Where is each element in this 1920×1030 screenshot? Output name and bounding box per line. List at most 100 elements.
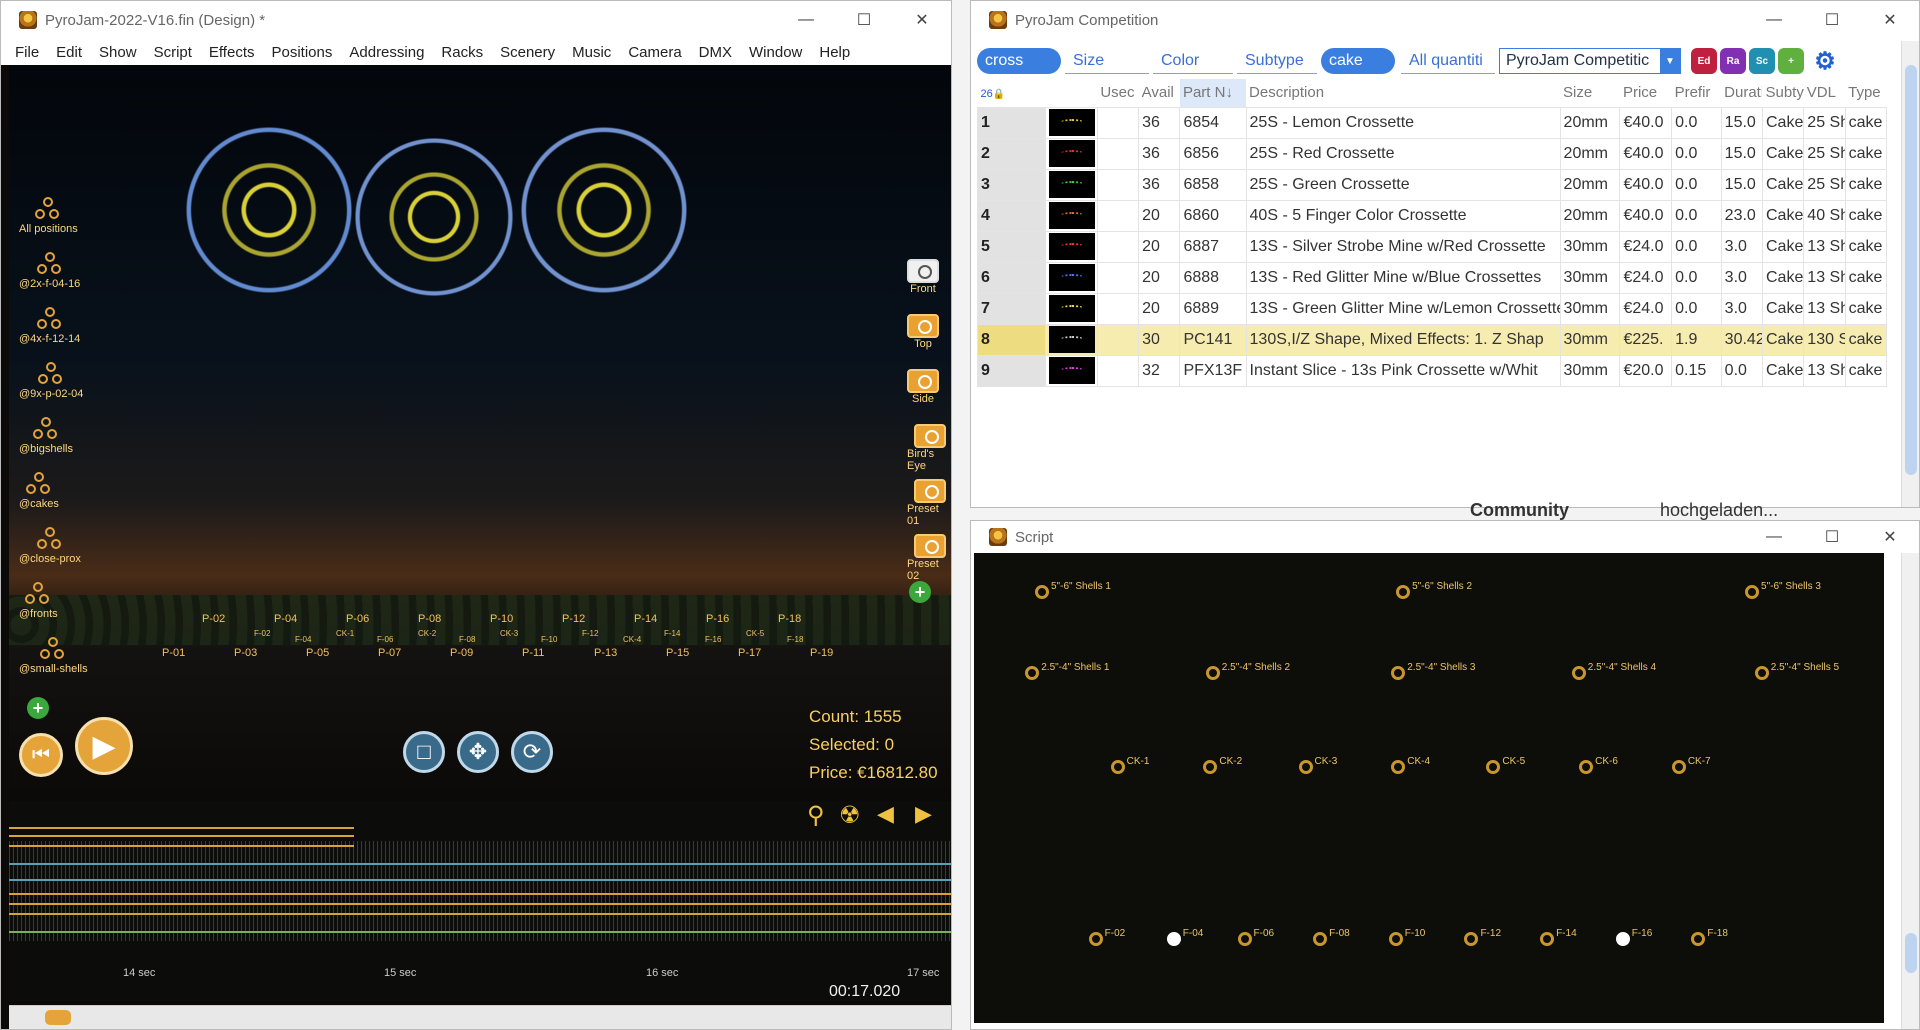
- add-effect-icon[interactable]: +: [1778, 48, 1804, 74]
- script-position-pin[interactable]: CK-3: [1298, 756, 1337, 774]
- menu-item[interactable]: Effects: [209, 44, 255, 61]
- position-group-button[interactable]: @2x-f-04-16: [19, 252, 80, 290]
- menu-item[interactable]: Music: [572, 44, 611, 61]
- position-marker[interactable]: P-09: [450, 647, 473, 659]
- position-marker[interactable]: P-08: [418, 613, 441, 625]
- camera-preset-button[interactable]: Bird's Eye: [907, 424, 951, 472]
- menu-item[interactable]: Help: [819, 44, 850, 61]
- table-row[interactable]: 2 36 6856 25S - Red Crossette 20mm €40.0 0.0 15…: [976, 137, 1888, 170]
- position-marker[interactable]: P-15: [666, 647, 689, 659]
- column-header[interactable]: Price: [1620, 79, 1672, 107]
- column-header[interactable]: Description: [1246, 79, 1560, 107]
- column-header[interactable]: Durati: [1721, 79, 1762, 107]
- script-position-pin[interactable]: F-14: [1540, 928, 1577, 947]
- filter-type[interactable]: cake: [1321, 48, 1395, 74]
- menu-item[interactable]: Racks: [441, 44, 483, 61]
- position-marker[interactable]: F-06: [377, 635, 393, 644]
- design-titlebar[interactable]: PyroJam-2022-V16.fin (Design) * — ☐ ✕: [1, 1, 951, 39]
- camera-preset-button[interactable]: Top: [907, 314, 939, 350]
- radiation-icon[interactable]: ☢: [839, 801, 861, 830]
- minimize-button[interactable]: —: [777, 1, 835, 39]
- filter-name[interactable]: cross: [977, 48, 1061, 74]
- menu-item[interactable]: Scenery: [500, 44, 555, 61]
- position-marker[interactable]: F-14: [664, 629, 680, 638]
- position-marker[interactable]: F-04: [295, 635, 311, 644]
- column-header[interactable]: Subty: [1762, 79, 1803, 107]
- position-marker[interactable]: F-10: [541, 635, 557, 644]
- maximize-button[interactable]: ☐: [1803, 1, 1861, 39]
- menu-item[interactable]: Positions: [272, 44, 333, 61]
- vertical-scrollbar[interactable]: [1901, 41, 1919, 507]
- camera-preset-button[interactable]: Front: [907, 259, 939, 295]
- menu-item[interactable]: Edit: [56, 44, 82, 61]
- column-header[interactable]: 26🔒: [978, 79, 1046, 107]
- vertical-scrollbar[interactable]: [1901, 553, 1919, 1029]
- horizontal-scrollbar[interactable]: [9, 1005, 951, 1029]
- position-marker[interactable]: P-19: [810, 647, 833, 659]
- scrollbar-thumb[interactable]: [1905, 65, 1917, 475]
- position-group-button[interactable]: @close-prox: [19, 527, 81, 565]
- position-marker[interactable]: CK-3: [500, 629, 518, 638]
- position-marker[interactable]: P-05: [306, 647, 329, 659]
- position-marker[interactable]: F-12: [582, 629, 598, 638]
- column-header[interactable]: VDL: [1804, 79, 1845, 107]
- position-group-button[interactable]: @9x-p-02-04: [19, 362, 83, 400]
- position-marker[interactable]: P-04: [274, 613, 297, 625]
- position-marker[interactable]: P-06: [346, 613, 369, 625]
- menu-item[interactable]: Window: [749, 44, 802, 61]
- position-marker[interactable]: CK-2: [418, 629, 436, 638]
- script-position-pin[interactable]: CK-4: [1391, 756, 1430, 774]
- script-position-pin[interactable]: 2.5"-4" Shells 2: [1205, 662, 1290, 680]
- position-marker[interactable]: CK-5: [746, 629, 764, 638]
- column-header[interactable]: Avail: [1139, 79, 1180, 107]
- menu-item[interactable]: Addressing: [349, 44, 424, 61]
- position-marker[interactable]: P-17: [738, 647, 761, 659]
- close-button[interactable]: ✕: [1861, 1, 1919, 39]
- position-marker[interactable]: CK-4: [623, 635, 641, 644]
- script-position-pin[interactable]: F-08: [1313, 928, 1350, 947]
- script-position-pin[interactable]: 2.5"-4" Shells 5: [1754, 662, 1839, 680]
- script-position-pin[interactable]: CK-1: [1110, 756, 1149, 774]
- play-button[interactable]: ▶: [75, 717, 133, 775]
- script-position-pin[interactable]: F-04: [1166, 928, 1203, 947]
- script-position-pin[interactable]: 2.5"-4" Shells 1: [1025, 662, 1109, 680]
- filter-quantity[interactable]: All quantiti: [1401, 48, 1495, 74]
- table-row[interactable]: 8 30 PC141 130S,I/Z Shape, Mixed Effects: 1…: [976, 323, 1888, 356]
- filter-size[interactable]: Size: [1065, 48, 1149, 74]
- script-canvas[interactable]: 5"-6" Shells 1 5"-6" Shells 2 5"-6" Shells…: [974, 553, 1884, 1023]
- edit-tool-icon[interactable]: Ed: [1691, 48, 1717, 74]
- position-marker[interactable]: P-10: [490, 613, 513, 625]
- rewind-button[interactable]: ⏮: [19, 733, 63, 777]
- script-position-pin[interactable]: F-16: [1615, 928, 1652, 947]
- menu-item[interactable]: DMX: [699, 44, 732, 61]
- menu-item[interactable]: File: [15, 44, 39, 61]
- column-header[interactable]: Prefir: [1672, 79, 1722, 107]
- script-position-pin[interactable]: CK-5: [1486, 756, 1525, 774]
- position-group-button[interactable]: @bigshells: [19, 417, 73, 455]
- script-position-pin[interactable]: 5"-6" Shells 1: [1035, 581, 1111, 600]
- position-marker[interactable]: F-02: [254, 629, 270, 638]
- column-header[interactable]: Type: [1845, 79, 1886, 107]
- filter-subtype[interactable]: Subtype: [1237, 48, 1317, 74]
- table-row[interactable]: 3 36 6858 25S - Green Crossette 20mm €40.0 0.0…: [976, 168, 1888, 201]
- column-header[interactable]: Usec: [1097, 79, 1138, 107]
- inventory-select[interactable]: PyroJam Competitic ▼: [1499, 48, 1681, 74]
- position-marker[interactable]: CK-1: [336, 629, 354, 638]
- gear-icon[interactable]: ⚙: [1812, 48, 1838, 75]
- menu-item[interactable]: Show: [99, 44, 137, 61]
- position-group-button[interactable]: @fronts: [19, 582, 58, 620]
- maximize-button[interactable]: ☐: [1803, 521, 1861, 553]
- table-row[interactable]: 5 20 6887 13S - Silver Strobe Mine w/Red Cr…: [976, 230, 1888, 263]
- position-marker[interactable]: F-08: [459, 635, 475, 644]
- script-position-pin[interactable]: F-12: [1464, 928, 1501, 947]
- position-marker[interactable]: P-07: [378, 647, 401, 659]
- position-group-button[interactable]: All positions: [19, 197, 78, 235]
- scrollbar-thumb[interactable]: [1905, 933, 1917, 973]
- table-row[interactable]: 6 20 6888 13S - Red Glitter Mine w/Blue Cro…: [976, 261, 1888, 294]
- table-row[interactable]: 4 20 6860 40S - 5 Finger Color Crossette 20m…: [976, 199, 1888, 232]
- position-group-button[interactable]: @small-shells: [19, 637, 88, 675]
- select-mode-button[interactable]: □: [403, 731, 445, 773]
- script-position-pin[interactable]: 5"-6" Shells 2: [1396, 581, 1472, 600]
- position-marker[interactable]: P-18: [778, 613, 801, 625]
- position-marker[interactable]: P-01: [162, 647, 185, 659]
